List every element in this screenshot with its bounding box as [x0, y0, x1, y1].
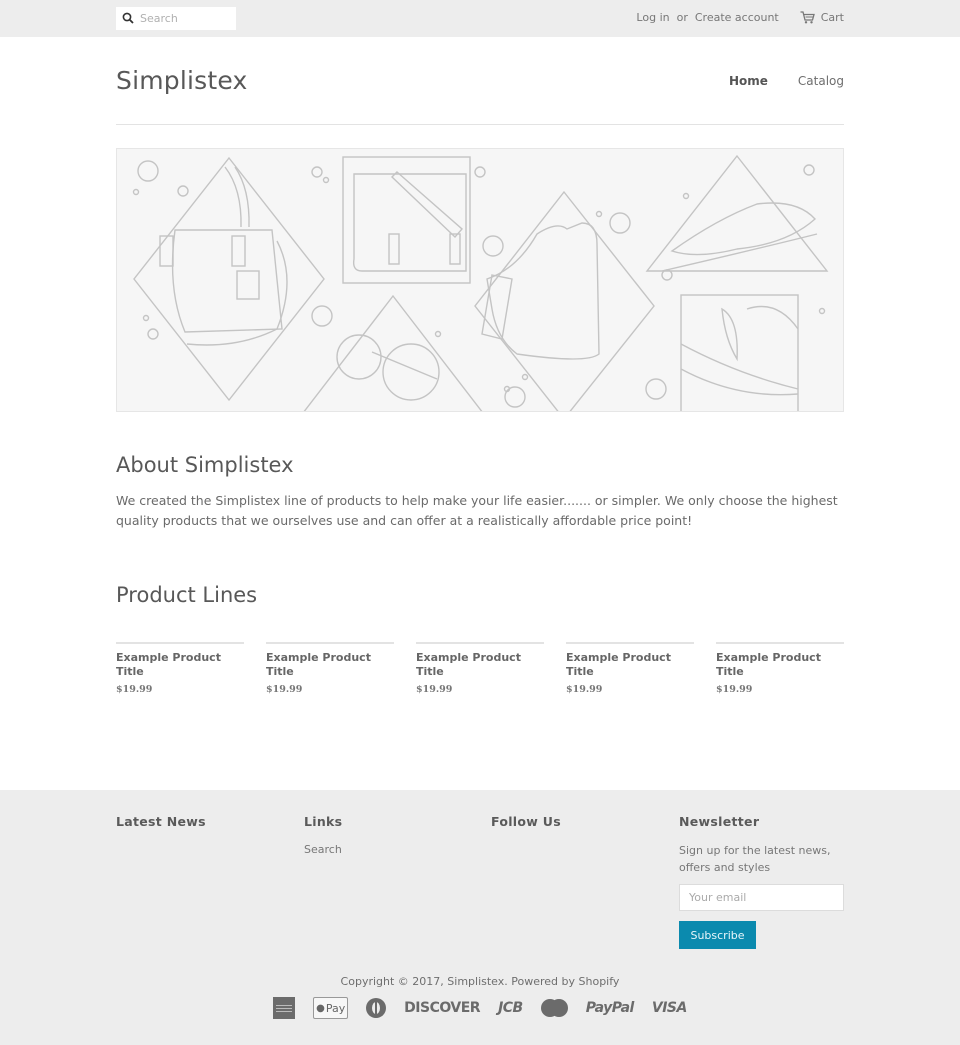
links-title: Links	[304, 814, 343, 829]
discover-icon: DISCOVER	[404, 1000, 481, 1016]
or-separator: or	[676, 11, 688, 24]
follow-us-title: Follow Us	[491, 814, 561, 829]
product-title[interactable]: Example Product Title	[416, 651, 544, 679]
site-footer: Latest News Links Search Follow Us Newsl…	[0, 790, 960, 1045]
search-icon[interactable]	[122, 9, 134, 28]
product-card[interactable]: Example Product Title $19.99	[266, 642, 394, 695]
footer-link-search[interactable]: Search	[304, 843, 342, 856]
newsletter-email-input[interactable]	[679, 884, 844, 911]
copyright-store-link[interactable]: Simplistex	[447, 975, 504, 988]
product-lines-title: Product Lines	[116, 583, 258, 607]
top-bar: Log in or Create account Cart	[0, 0, 960, 37]
product-price: $19.99	[566, 684, 603, 695]
payment-icons: ● Pay DISCOVER JCB PayPal VISA	[0, 997, 960, 1019]
about-title: About Simplistex	[116, 453, 294, 477]
cart-label: Cart	[820, 11, 844, 24]
product-price: $19.99	[116, 684, 153, 695]
search-box[interactable]	[116, 7, 236, 30]
create-account-link[interactable]: Create account	[695, 11, 779, 24]
newsletter-text: Sign up for the latest news, offers and …	[679, 844, 831, 874]
footer-follow-us: Follow Us	[491, 814, 561, 829]
copyright-prefix: Copyright © 2017,	[340, 975, 448, 988]
powered-by-link[interactable]: Powered by Shopify	[511, 975, 619, 988]
product-price: $19.99	[266, 684, 303, 695]
hero-illustration	[132, 154, 829, 411]
product-card[interactable]: Example Product Title $19.99	[566, 642, 694, 695]
diners-club-icon	[366, 998, 387, 1018]
main-nav: Home Catalog	[699, 74, 844, 88]
product-price: $19.99	[416, 684, 453, 695]
paypal-icon: PayPal	[585, 1000, 635, 1016]
product-title[interactable]: Example Product Title	[566, 651, 694, 679]
hero-banner	[116, 148, 844, 412]
site-header: Simplistex Home Catalog	[116, 37, 844, 125]
cart-icon	[800, 11, 815, 24]
apple-pay-label: Pay	[325, 1001, 346, 1015]
product-card[interactable]: Example Product Title $19.99	[116, 642, 244, 695]
cart-link[interactable]: Cart	[800, 11, 844, 24]
subscribe-button[interactable]: Subscribe	[679, 921, 756, 949]
product-price: $19.99	[716, 684, 753, 695]
product-title[interactable]: Example Product Title	[266, 651, 394, 679]
newsletter-title: Newsletter	[679, 814, 760, 829]
nav-home[interactable]: Home	[729, 74, 768, 88]
product-title[interactable]: Example Product Title	[716, 651, 844, 679]
latest-news-title: Latest News	[116, 814, 206, 829]
visa-icon: VISA	[651, 1000, 687, 1016]
site-logo[interactable]: Simplistex	[116, 66, 248, 95]
footer-newsletter: Newsletter Sign up for the latest news, …	[679, 814, 844, 949]
american-express-icon	[273, 997, 296, 1019]
main-content: Simplistex Home Catalog About Simplistex…	[116, 37, 844, 695]
footer-columns: Latest News Links Search Follow Us Newsl…	[116, 814, 844, 964]
product-card[interactable]: Example Product Title $19.99	[716, 642, 844, 695]
search-input[interactable]	[140, 12, 230, 25]
apple-glyph-icon: ●	[316, 1002, 325, 1014]
login-link[interactable]: Log in	[636, 11, 669, 24]
product-title[interactable]: Example Product Title	[116, 651, 244, 679]
customer-links: Log in or Create account Cart	[636, 11, 844, 24]
footer-links: Links Search	[304, 814, 342, 856]
nav-catalog[interactable]: Catalog	[798, 74, 844, 88]
product-grid: Example Product Title $19.99 Example Pro…	[116, 642, 844, 695]
mastercard-icon	[540, 999, 568, 1017]
apple-pay-icon: ● Pay	[313, 997, 349, 1019]
jcb-icon: JCB	[498, 1000, 523, 1016]
footer-latest-news: Latest News	[116, 814, 206, 829]
about-text: We created the Simplistex line of produc…	[116, 493, 838, 528]
copyright: Copyright © 2017, Simplistex. Powered by…	[0, 975, 960, 988]
product-card[interactable]: Example Product Title $19.99	[416, 642, 544, 695]
